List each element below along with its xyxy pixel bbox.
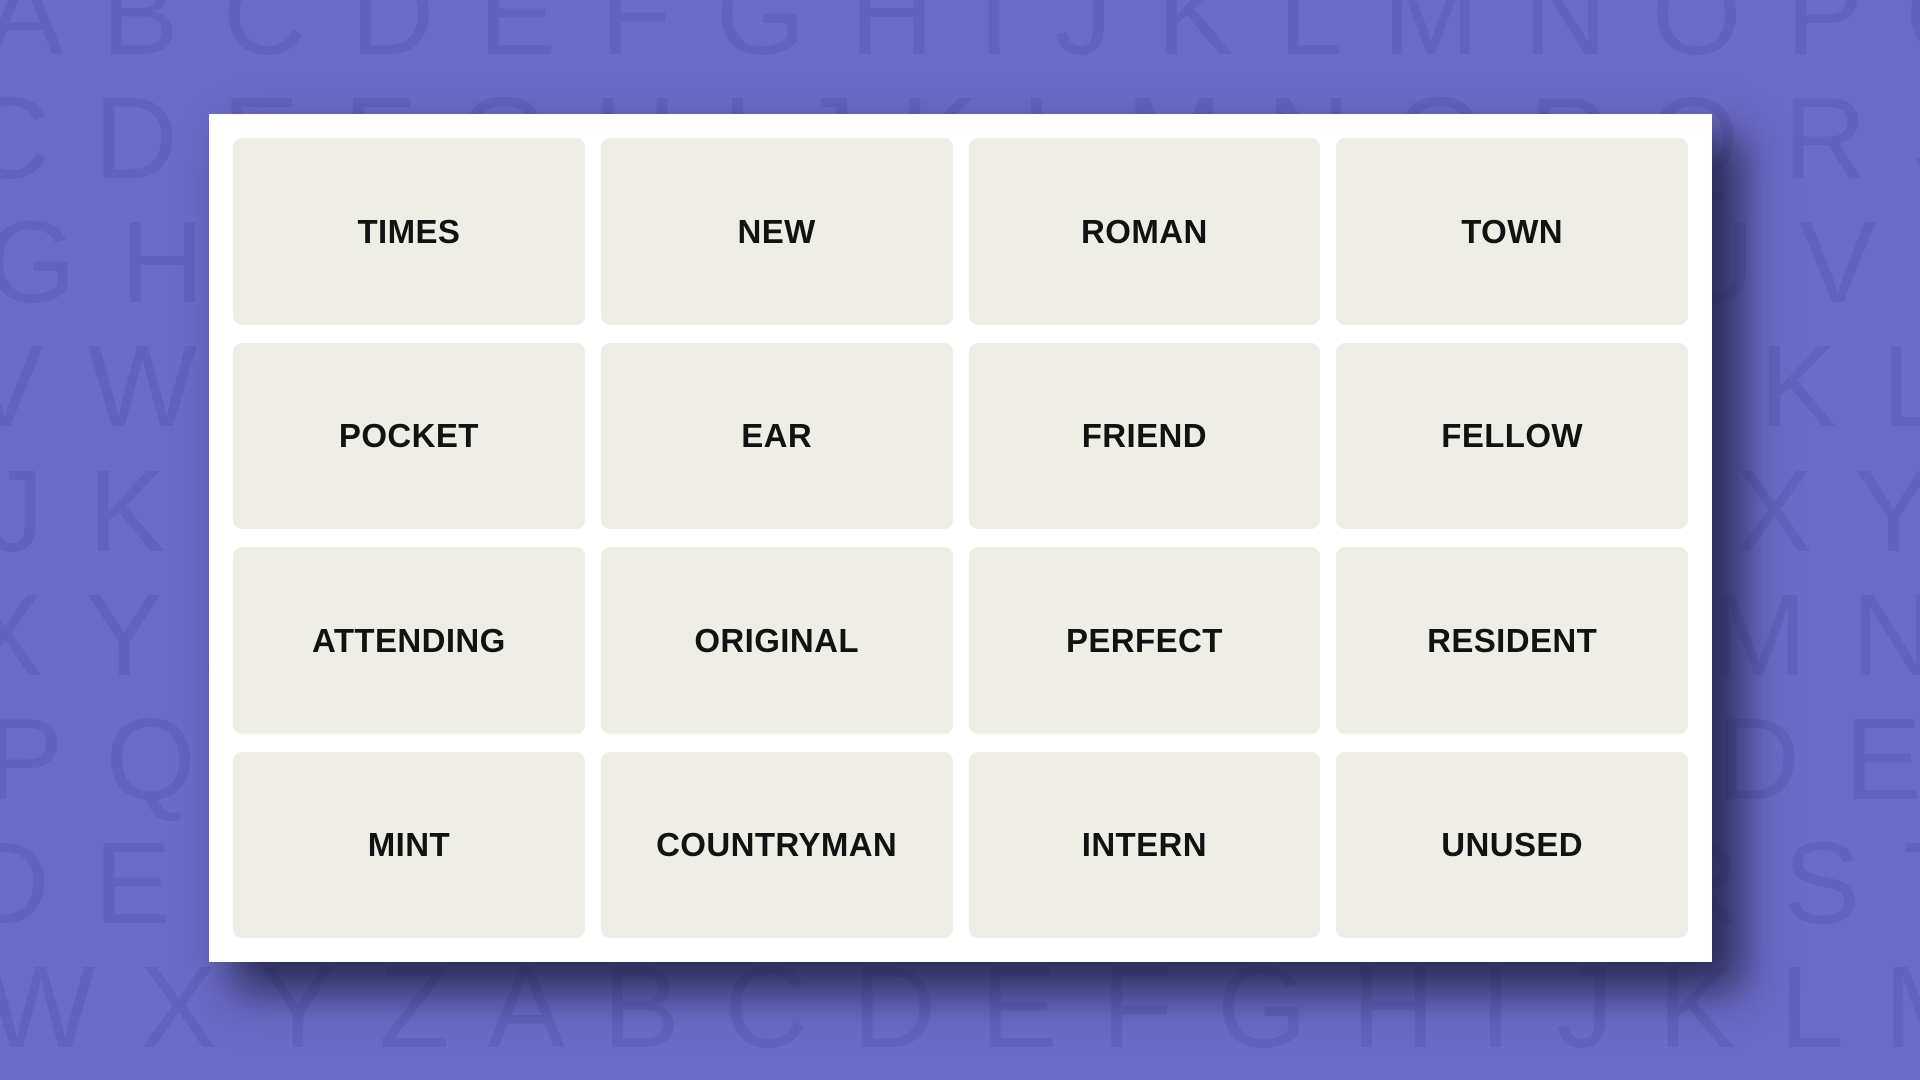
word-tile-label: MINT bbox=[367, 826, 450, 864]
word-tile[interactable]: ATTENDING bbox=[233, 547, 585, 734]
word-tile-label: ROMAN bbox=[1081, 212, 1208, 250]
word-tile-label: RESIDENT bbox=[1427, 621, 1598, 659]
word-tile-label: COUNTRYMAN bbox=[656, 826, 898, 864]
word-tile-label: ORIGINAL bbox=[694, 621, 859, 659]
word-tile-label: UNUSED bbox=[1441, 826, 1583, 864]
background-letter-row: A B C D E F G H I J K L M N O P Q R S T … bbox=[0, 0, 1920, 79]
word-tile[interactable]: INTERN bbox=[968, 751, 1321, 938]
word-tile[interactable]: FELLOW bbox=[1336, 342, 1688, 529]
puzzle-board-card: TIMES NEW ROMAN TOWN POCKET EAR FRIEND FELLOW AT… bbox=[209, 114, 1712, 962]
word-tile-label: TIMES bbox=[357, 212, 461, 250]
word-tile-label: POCKET bbox=[338, 417, 479, 455]
word-tile-label: ATTENDING bbox=[312, 621, 506, 659]
word-tile-label: INTERN bbox=[1081, 826, 1207, 864]
word-tile-label: FRIEND bbox=[1081, 417, 1207, 455]
word-tile[interactable]: TOWN bbox=[1336, 138, 1688, 325]
word-tile[interactable]: NEW bbox=[600, 138, 953, 325]
word-tile[interactable]: PERFECT bbox=[968, 547, 1321, 734]
word-tile-label: EAR bbox=[741, 417, 813, 455]
word-tile-label: PERFECT bbox=[1065, 621, 1223, 659]
word-tile-label: NEW bbox=[737, 212, 816, 250]
word-tile-label: FELLOW bbox=[1441, 417, 1583, 455]
word-tile[interactable]: POCKET bbox=[233, 342, 585, 529]
word-tile[interactable]: MINT bbox=[233, 751, 585, 938]
word-tile[interactable]: COUNTRYMAN bbox=[600, 751, 953, 938]
word-tile-label: TOWN bbox=[1461, 212, 1564, 250]
word-tile[interactable]: UNUSED bbox=[1336, 751, 1688, 938]
word-tile-grid: TIMES NEW ROMAN TOWN POCKET EAR FRIEND FELLOW AT… bbox=[233, 138, 1688, 938]
word-tile[interactable]: RESIDENT bbox=[1336, 547, 1688, 734]
word-tile[interactable]: TIMES bbox=[233, 138, 585, 325]
word-tile[interactable]: ORIGINAL bbox=[600, 547, 953, 734]
word-tile[interactable]: EAR bbox=[600, 342, 953, 529]
word-tile[interactable]: FRIEND bbox=[968, 342, 1321, 529]
background-letter-row: W X Y Z A B C D E F G H I J K L M N O P … bbox=[0, 942, 1920, 1073]
word-tile[interactable]: ROMAN bbox=[968, 138, 1321, 325]
